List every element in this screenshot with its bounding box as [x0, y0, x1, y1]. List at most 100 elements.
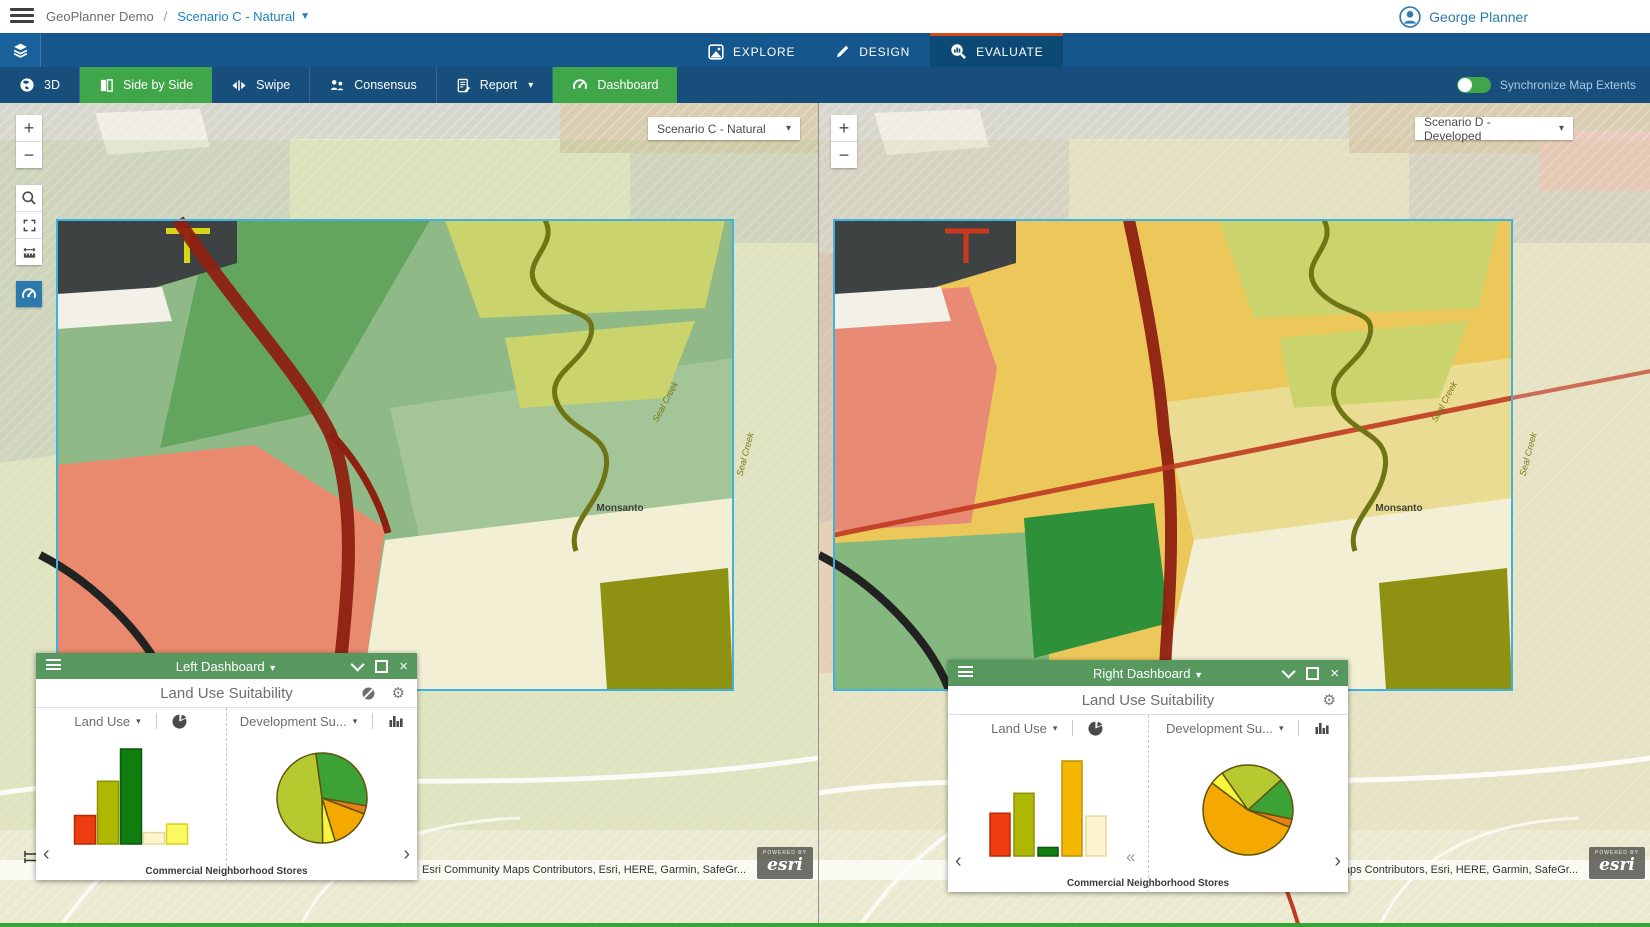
close-icon[interactable]: × — [399, 659, 408, 674]
side-by-side-label: Side by Side — [123, 78, 193, 92]
esri-logo: POWERED BY esri — [757, 847, 813, 879]
zoom-in-button[interactable]: + — [16, 115, 42, 142]
dashboard-tool — [16, 281, 42, 307]
carousel-previous[interactable]: ‹ — [43, 844, 50, 864]
consensus-button[interactable]: Consensus — [310, 67, 437, 103]
dashboard-gauge-icon — [21, 286, 37, 302]
pie-chart-icon[interactable] — [1088, 720, 1104, 736]
caret-down-icon[interactable]: ▾ — [353, 716, 358, 727]
zoom-in-button[interactable]: + — [831, 115, 857, 142]
scenario-breadcrumb-dropdown[interactable]: Scenario C - Natural ▼ — [177, 9, 310, 24]
carousel-next[interactable]: › — [403, 844, 410, 864]
sync-extents-control: Synchronize Map Extents — [1457, 67, 1636, 103]
zoom-out-button[interactable]: − — [831, 142, 857, 168]
chart-selector[interactable]: Land Use — [74, 714, 130, 729]
caret-down-icon[interactable]: ▾ — [136, 716, 141, 727]
report-button[interactable]: Report ▾ — [437, 67, 554, 103]
esri-logo: POWERED BY esri — [1589, 847, 1645, 879]
user-menu[interactable]: George Planner — [1399, 0, 1528, 33]
dashboard-tool-button[interactable] — [16, 281, 42, 307]
consensus-people-icon — [329, 78, 345, 93]
maximize-icon[interactable] — [1306, 667, 1319, 680]
development-suitability-chart-panel: Development Su... ▾ — [226, 708, 417, 881]
geoplanner-app: GeoPlanner Demo / Scenario C - Natural ▼… — [0, 0, 1650, 927]
chart-caption: Commercial Neighborhood Stores — [948, 878, 1348, 889]
user-avatar-icon — [1399, 6, 1421, 28]
chart-selector[interactable]: Development Su... — [240, 714, 347, 729]
swipe-icon — [231, 78, 247, 93]
caret-down-icon: ▼ — [1194, 670, 1203, 680]
left-dashboard-titlebar[interactable]: Left Dashboard ▼ × — [36, 653, 417, 679]
collapse-panel-icon[interactable]: « — [1126, 847, 1135, 867]
sync-extents-toggle[interactable] — [1457, 77, 1491, 93]
caret-down-icon: ▾ — [528, 80, 533, 91]
report-label: Report — [480, 78, 518, 92]
3d-button[interactable]: 3D — [0, 67, 80, 103]
search-button[interactable] — [16, 185, 42, 212]
close-icon[interactable]: × — [1330, 666, 1339, 681]
caret-down-icon[interactable]: ▾ — [1279, 723, 1284, 734]
gear-icon[interactable]: ⚙ — [1323, 693, 1336, 708]
pie-chart-icon[interactable] — [172, 713, 188, 729]
widget-title-row: Land Use Suitability ⚙ — [948, 686, 1348, 715]
bar-chart-icon[interactable] — [388, 713, 404, 729]
3d-label: 3D — [44, 78, 60, 92]
user-name: George Planner — [1429, 9, 1528, 25]
bar-chart-icon[interactable] — [1314, 720, 1330, 736]
development-suitability-pie-chart — [1149, 741, 1349, 893]
measure-button[interactable] — [16, 239, 42, 265]
carousel-next[interactable]: › — [1334, 851, 1341, 871]
caret-down-icon: ▼ — [300, 11, 310, 22]
consensus-label: Consensus — [354, 78, 417, 92]
land-use-chart-panel: Land Use ▾ — [36, 708, 226, 881]
chart-selector[interactable]: Development Su... — [1166, 721, 1273, 736]
app-title: GeoPlanner Demo — [46, 9, 154, 24]
zoom-out-button[interactable]: − — [16, 142, 42, 168]
caret-down-icon[interactable]: ▾ — [1053, 723, 1058, 734]
dashboard-button[interactable]: Dashboard — [553, 67, 677, 103]
visibility-off-icon[interactable] — [361, 686, 376, 701]
tab-design-label: DESIGN — [859, 45, 910, 59]
mode-tabs: EXPLORE DESIGN EVALUATE — [688, 33, 1063, 67]
main-menu-icon[interactable] — [10, 8, 34, 25]
swipe-button[interactable]: Swipe — [212, 67, 310, 103]
chart-selector[interactable]: Land Use — [991, 721, 1047, 736]
dashboard-label: Dashboard — [597, 78, 658, 92]
widget-title: Land Use Suitability — [160, 685, 293, 702]
top-bar: GeoPlanner Demo / Scenario C - Natural ▼… — [0, 0, 1650, 34]
full-extent-button[interactable] — [16, 212, 42, 239]
tab-design[interactable]: DESIGN — [815, 33, 930, 67]
dashboard-gauge-icon — [572, 77, 588, 93]
left-scenario-select[interactable]: Scenario C - Natural ▾ — [648, 117, 800, 140]
land-use-bar-chart — [36, 734, 226, 881]
explore-icon — [708, 44, 724, 60]
tab-explore-label: EXPLORE — [733, 45, 795, 59]
caret-down-icon: ▼ — [268, 663, 277, 673]
tab-explore[interactable]: EXPLORE — [688, 33, 815, 67]
land-use-bar-chart — [948, 741, 1148, 893]
widget-title: Land Use Suitability — [1082, 692, 1215, 709]
zoom-controls: + − — [831, 115, 857, 168]
search-icon — [21, 190, 37, 206]
development-suitability-pie-chart — [227, 734, 417, 881]
carousel-previous[interactable]: ‹ — [955, 851, 962, 871]
tab-evaluate[interactable]: EVALUATE — [930, 33, 1063, 67]
evaluate-toolbar: 3D Side by Side Swipe Consensus Report — [0, 67, 1650, 103]
right-scenario-select[interactable]: Scenario D - Developed ▾ — [1415, 117, 1573, 140]
maximize-icon[interactable] — [375, 660, 388, 673]
caret-down-icon: ▾ — [786, 123, 791, 134]
layers-icon — [12, 42, 29, 59]
right-dashboard-titlebar[interactable]: Right Dashboard ▼ × — [948, 660, 1348, 686]
report-icon — [456, 78, 471, 93]
side-by-side-icon — [99, 78, 114, 93]
expand-arrows-icon — [22, 218, 37, 233]
pencil-icon — [835, 44, 850, 59]
gear-icon[interactable]: ⚙ — [392, 686, 405, 701]
side-by-side-button[interactable]: Side by Side — [80, 67, 212, 103]
caret-down-icon: ▾ — [1559, 123, 1564, 134]
map-tools — [16, 185, 42, 265]
right-dashboard-window: Right Dashboard ▼ × Land Use Suitability… — [948, 660, 1348, 892]
layers-button[interactable] — [0, 33, 41, 67]
monsanto-label: Monsanto — [1375, 503, 1422, 514]
development-suitability-chart-panel: Development Su... ▾ — [1148, 715, 1349, 893]
